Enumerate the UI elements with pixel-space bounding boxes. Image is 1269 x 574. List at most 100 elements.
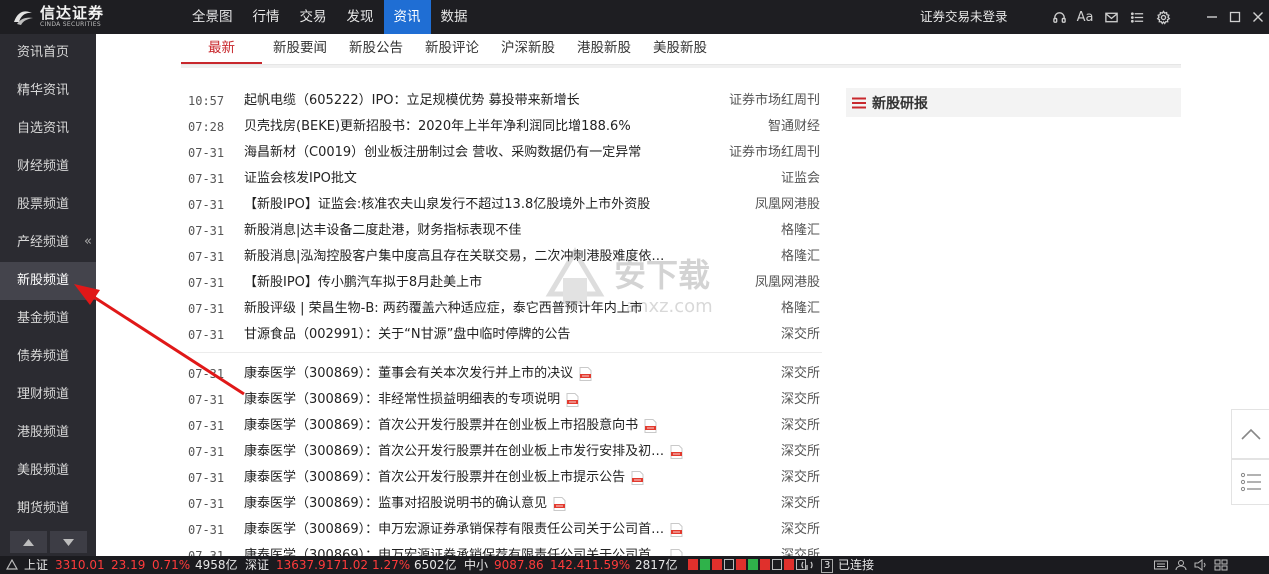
news-title-text: 新股消息|达丰设备二度赴港，财务指标表现不佳 <box>244 223 522 238</box>
topnav-trade[interactable]: 交易 <box>290 0 337 34</box>
news-source: 深交所 <box>780 496 820 511</box>
scroll-up-icon[interactable] <box>10 531 47 553</box>
sidebar-item-us-stocks[interactable]: 美股频道 <box>0 452 96 490</box>
tab-ipo-headlines[interactable]: 新股要闻 <box>262 34 338 64</box>
toolbar: Aa <box>1046 0 1176 34</box>
tab-ipo-announcements[interactable]: 新股公告 <box>338 34 414 64</box>
connection-count: 3 <box>821 559 834 573</box>
news-title-link[interactable]: 证监会核发IPO批文 <box>244 166 357 192</box>
news-title-text: 【新股IPO】证监会:核准农夫山泉发行不超过13.8亿股境外上市外资股 <box>244 197 651 212</box>
sidebar-collapse-toggle[interactable]: « <box>84 234 92 249</box>
news-title-link[interactable]: 起帆电缆（605222）IPO：立足规模优势 募投带来新增长 <box>244 88 580 114</box>
trade-login-status[interactable]: 证券交易未登录 <box>920 0 1008 34</box>
pdf-icon[interactable] <box>670 445 683 459</box>
news-row[interactable]: 07-31 康泰医学（300869）：监事对招股说明书的确认意见 深交所 <box>180 491 830 517</box>
tab-ipo-commentary[interactable]: 新股评论 <box>414 34 490 64</box>
news-title-link[interactable]: 新股评级 | 荣昌生物-B: 两药覆盖六种适应症，泰它西普预计年内上市 <box>244 296 643 322</box>
sidebar-item-featured[interactable]: 精华资讯 <box>0 72 96 110</box>
brand-logo-mark <box>14 11 33 25</box>
news-row[interactable]: 07-31 证监会核发IPO批文 证监会 <box>180 166 830 192</box>
pdf-icon[interactable] <box>579 367 592 381</box>
topnav-news[interactable]: 资讯 <box>383 0 431 34</box>
news-row[interactable]: 07-31 【新股IPO】证监会:核准农夫山泉发行不超过13.8亿股境外上市外资股… <box>180 192 830 218</box>
back-to-top-button[interactable] <box>1231 409 1269 459</box>
news-title-link[interactable]: 康泰医学（300869）：首次公开发行股票并在创业板上市发行安排及初… <box>244 439 683 465</box>
topnav-discover[interactable]: 发现 <box>337 0 384 34</box>
news-title-link[interactable]: 海昌新材（C0019）创业板注册制过会 营收、采购数据仍有一定异常 <box>244 140 641 166</box>
news-row[interactable]: 07-31 海昌新材（C0019）创业板注册制过会 营收、采购数据仍有一定异常 证券… <box>180 140 830 166</box>
news-row[interactable]: 10:57 起帆电缆（605222）IPO：立足规模优势 募投带来新增长 证券市场红… <box>180 88 830 114</box>
minimize-icon[interactable] <box>1200 0 1223 34</box>
topnav-overview[interactable]: 全景图 <box>182 0 243 34</box>
pdf-icon[interactable] <box>644 419 657 433</box>
list-menu-icon[interactable] <box>1124 0 1150 34</box>
news-row[interactable]: 07-31 新股评级 | 荣昌生物-B: 两药覆盖六种适应症，泰它西普预计年内上市… <box>180 296 830 322</box>
news-row[interactable]: 07-31 康泰医学（300869）：首次公开发行股票并在创业板上市招股意向书 深交… <box>180 413 830 439</box>
grid-icon[interactable] <box>1214 559 1228 571</box>
news-row[interactable]: 07:28 贝壳找房(BEKE)更新招股书：2020年上半年净利润同比增188.6… <box>180 114 830 140</box>
news-row[interactable]: 07-31 康泰医学（300869）：首次公开发行股票并在创业板上市提示公告 深交所 <box>180 465 830 491</box>
mail-icon[interactable] <box>1098 0 1124 34</box>
topnav-data[interactable]: 数据 <box>431 0 478 34</box>
sidebar-item-futures[interactable]: 期货频道 <box>0 490 96 528</box>
news-title-text: 康泰医学（300869）：首次公开发行股票并在创业板上市发行安排及初… <box>244 444 665 459</box>
news-row[interactable]: 07-31 康泰医学（300869）：董事会有关本次发行并上市的决议 深交所 <box>180 361 830 387</box>
news-title-link[interactable]: 新股消息|泓淘控股客户集中度高且存在关联交易，二次冲刺港股难度依… <box>244 244 664 270</box>
close-icon[interactable] <box>1246 0 1269 34</box>
news-title-link[interactable]: 【新股IPO】证监会:核准农夫山泉发行不超过13.8亿股境外上市外资股 <box>244 192 650 218</box>
pdf-icon[interactable] <box>670 523 683 537</box>
news-time: 07-31 <box>188 471 225 485</box>
sidebar-item-stocks[interactable]: 股票频道 <box>0 186 96 224</box>
news-title-link[interactable]: 康泰医学（300869）：首次公开发行股票并在创业板上市招股意向书 <box>244 413 657 439</box>
pdf-icon[interactable] <box>553 497 566 511</box>
sidebar-item-wealth[interactable]: 理财频道 <box>0 376 96 414</box>
news-title-link[interactable]: 贝壳找房(BEKE)更新招股书：2020年上半年净利润同比增188.6% <box>244 114 631 140</box>
news-row[interactable]: 07-31 康泰医学（300869）：非经常性损益明细表的专项说明 深交所 <box>180 387 830 413</box>
zx-label[interactable]: 中小 <box>464 556 488 574</box>
volume-icon[interactable] <box>1194 559 1208 571</box>
news-row[interactable]: 07-31 甘源食品（002991）：关于“N甘源”盘中临时停牌的公告 深交所 <box>180 322 830 348</box>
news-title-link[interactable]: 【新股IPO】传小鹏汽车拟于8月赴美上市 <box>244 270 482 296</box>
sidebar-item-watchlist-news[interactable]: 自选资讯 <box>0 110 96 148</box>
user-icon[interactable] <box>1174 559 1188 571</box>
scroll-down-icon[interactable] <box>50 531 87 553</box>
maximize-icon[interactable] <box>1223 0 1246 34</box>
news-row[interactable]: 07-31 新股消息|达丰设备二度赴港，财务指标表现不佳 格隆汇 <box>180 218 830 244</box>
news-row[interactable]: 07-31 康泰医学（300869）：首次公开发行股票并在创业板上市发行安排及初…… <box>180 439 830 465</box>
font-size-button[interactable]: Aa <box>1072 0 1098 34</box>
news-row[interactable]: 07-31 【新股IPO】传小鹏汽车拟于8月赴美上市 凤凰网港股 <box>180 270 830 296</box>
sidebar-item-funds[interactable]: 基金频道 <box>0 300 96 338</box>
tab-latest[interactable]: 最新 <box>181 34 262 64</box>
connection-status[interactable]: 已连接 <box>838 556 874 574</box>
sidebar-item-ipo[interactable]: 新股频道 <box>0 262 96 300</box>
news-title-link[interactable]: 康泰医学（300869）：申万宏源证券承销保荐有限责任公司关于公司首… <box>244 517 683 543</box>
sidebar-item-hk-stocks[interactable]: 港股频道 <box>0 414 96 452</box>
news-title-link[interactable]: 康泰医学（300869）：董事会有关本次发行并上市的决议 <box>244 361 592 387</box>
tab-sh-sz-ipo[interactable]: 沪深新股 <box>490 34 566 64</box>
sh-label[interactable]: 上证 <box>24 556 48 574</box>
sz-label[interactable]: 深证 <box>245 556 269 574</box>
topnav-quotes[interactable]: 行情 <box>243 0 290 34</box>
sidebar-item-news-home[interactable]: 资讯首页 <box>0 34 96 72</box>
news-title-link[interactable]: 康泰医学（300869）：监事对招股说明书的确认意见 <box>244 491 566 517</box>
headset-icon[interactable] <box>1046 0 1072 34</box>
news-title-link[interactable]: 甘源食品（002991）：关于“N甘源”盘中临时停牌的公告 <box>244 322 570 348</box>
tab-us-ipo[interactable]: 美股新股 <box>642 34 718 64</box>
news-row[interactable]: 07-31 新股消息|泓淘控股客户集中度高且存在关联交易，二次冲刺港股难度依… 格隆… <box>180 244 830 270</box>
gear-icon[interactable] <box>1150 0 1176 34</box>
sidebar-item-bonds[interactable]: 债券频道 <box>0 338 96 376</box>
pdf-icon[interactable] <box>566 393 579 407</box>
news-source: 深交所 <box>780 418 820 433</box>
sidebar-item-finance[interactable]: 财经频道 <box>0 148 96 186</box>
pdf-icon[interactable] <box>631 471 644 485</box>
news-row[interactable]: 07-31 康泰医学（300869）：申万宏源证券承销保荐有限责任公司关于公司首…… <box>180 517 830 543</box>
quick-menu-button[interactable] <box>1231 459 1269 505</box>
app-window: 信达证券 CINDA SECURITIES 全景图 行情 交易 发现 资讯 数据… <box>0 0 1269 574</box>
news-title-link[interactable]: 新股消息|达丰设备二度赴港，财务指标表现不佳 <box>244 218 521 244</box>
news-time: 07-31 <box>188 302 225 316</box>
news-title-link[interactable]: 康泰医学（300869）：非经常性损益明细表的专项说明 <box>244 387 579 413</box>
sidebar-item-industry[interactable]: 产经频道 <box>0 224 96 262</box>
news-title-link[interactable]: 康泰医学（300869）：首次公开发行股票并在创业板上市提示公告 <box>244 465 644 491</box>
tab-hk-ipo[interactable]: 港股新股 <box>566 34 642 64</box>
keyboard-icon[interactable] <box>1154 559 1168 571</box>
